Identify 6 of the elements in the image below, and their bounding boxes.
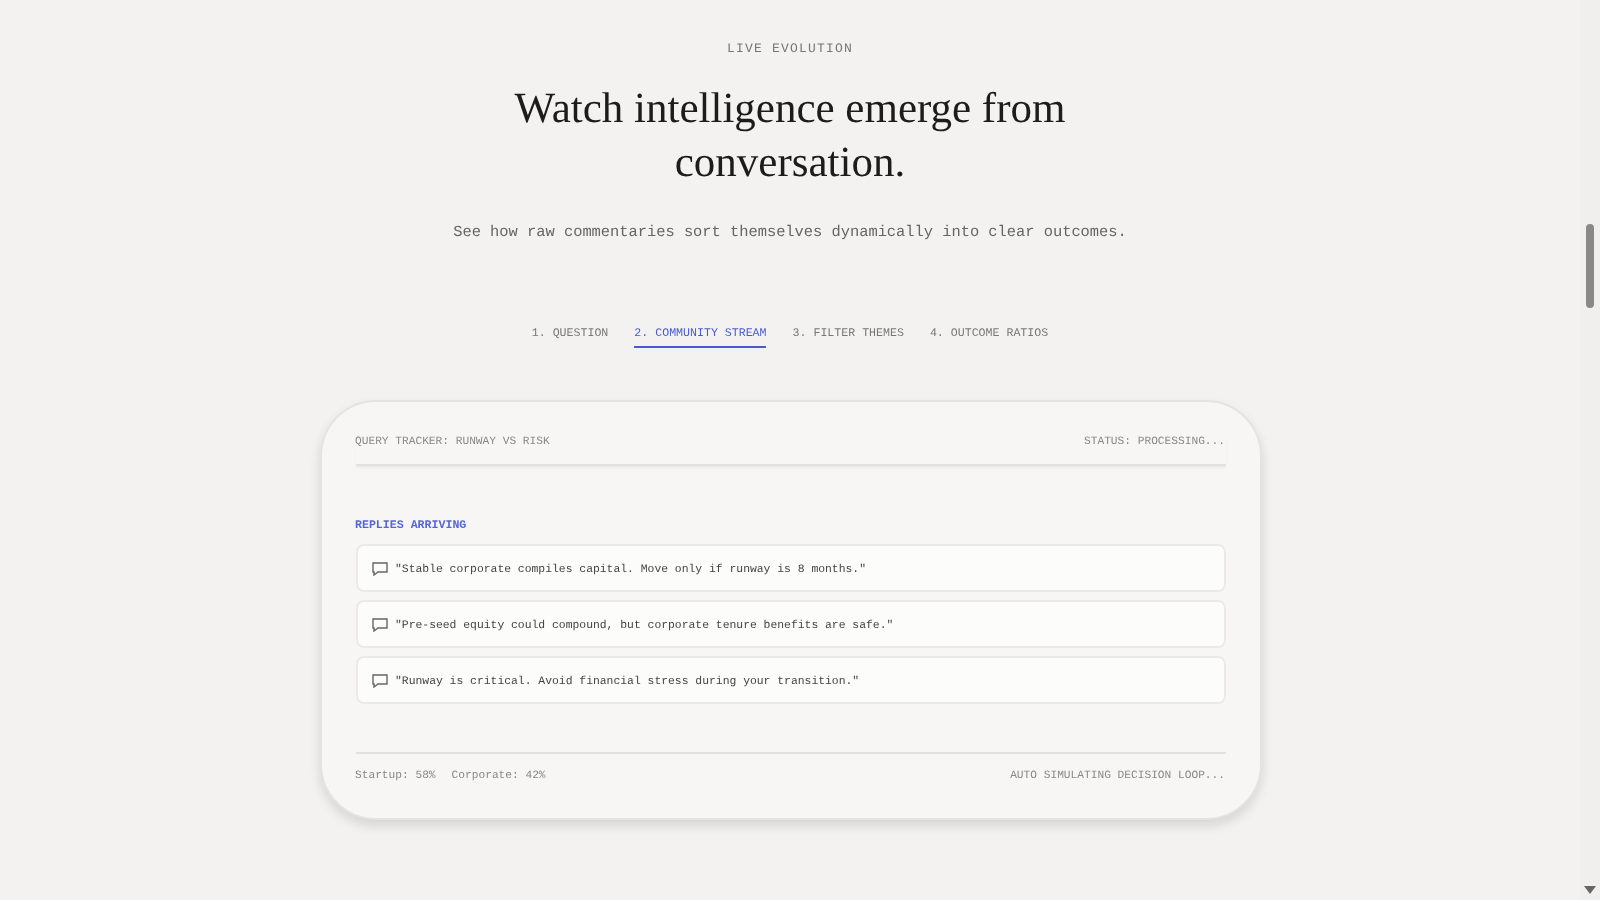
comment-icon: [371, 617, 387, 631]
scrollbar-thumb[interactable]: [1586, 224, 1594, 308]
comment-icon: [371, 673, 387, 687]
scroll-down-icon[interactable]: [1584, 886, 1596, 894]
comment-icon: [371, 561, 387, 575]
page-title: Watch intelligence emerge from conversation.: [512, 82, 1068, 190]
